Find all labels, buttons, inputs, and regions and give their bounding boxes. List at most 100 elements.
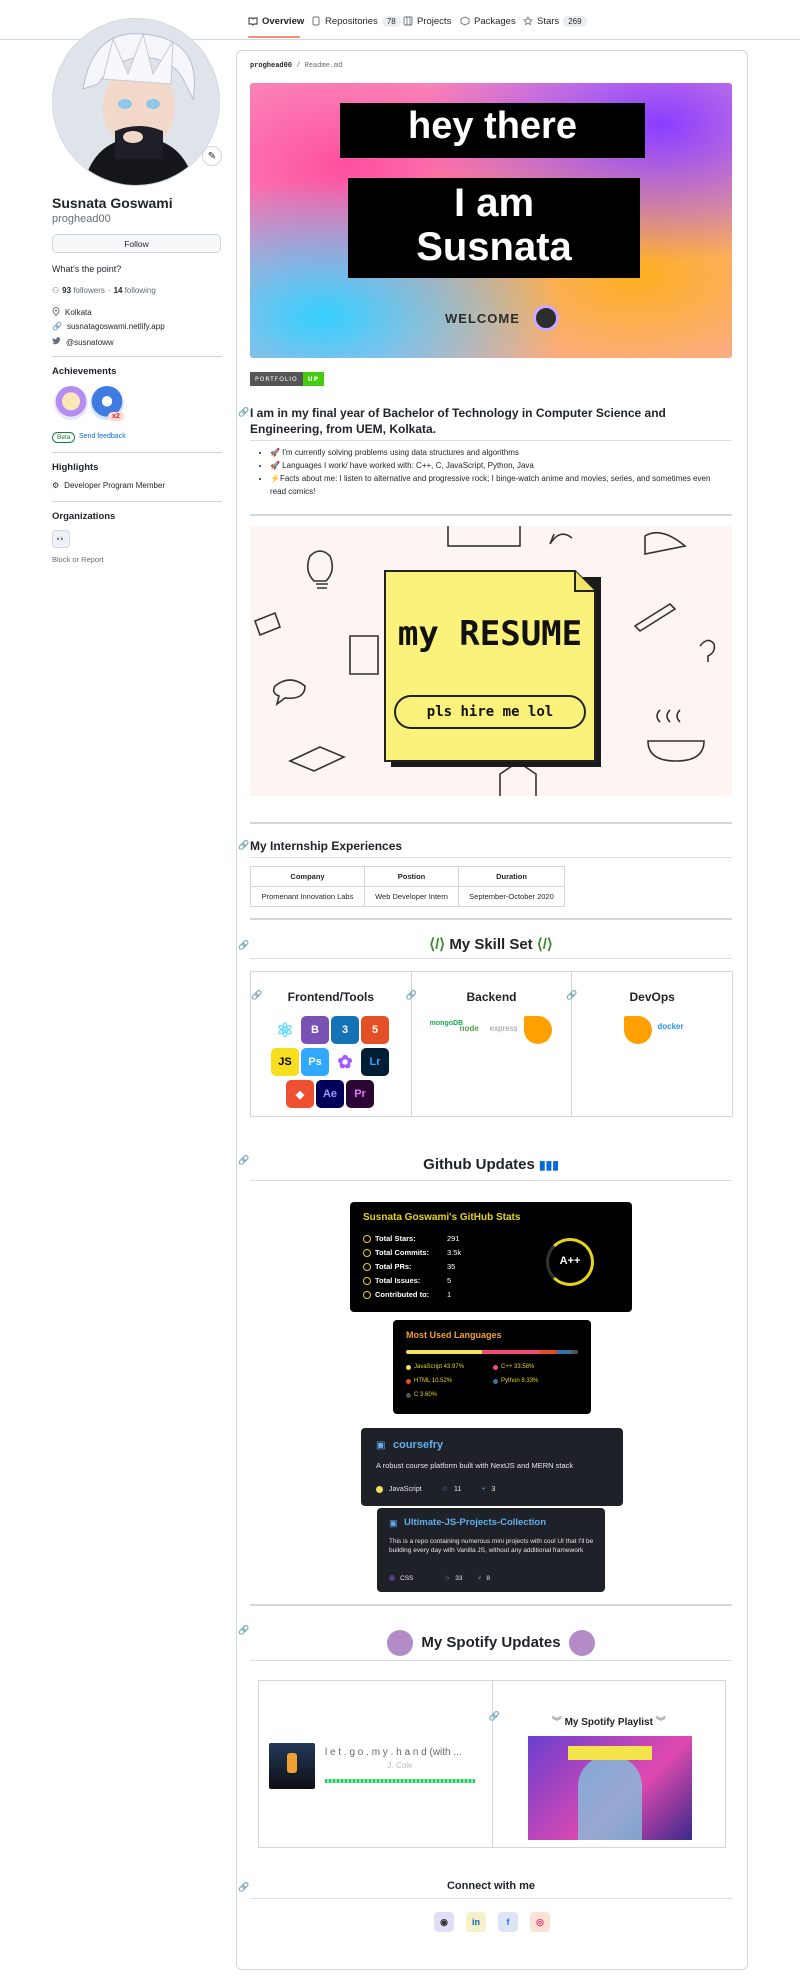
stat-row: Total Commits: 3.5k <box>363 1248 461 1257</box>
achievements-heading: Achievements <box>52 366 117 377</box>
linkedin-icon[interactable]: in <box>466 1912 486 1932</box>
language-bar-segment <box>571 1350 578 1354</box>
anchor-link-icon[interactable]: 🔗 <box>238 407 249 418</box>
repo-icon <box>311 16 321 26</box>
intro-heading: I am in my final year of Bachelor of Tec… <box>250 406 666 436</box>
tab-repositories[interactable]: Repositories 78 <box>311 11 401 31</box>
playlist-cover <box>527 1736 692 1840</box>
resume-title: my RESUME <box>397 614 583 654</box>
divider <box>250 440 732 441</box>
language-bar <box>406 1350 578 1354</box>
active-tab-underline <box>248 36 300 38</box>
avatar[interactable] <box>52 18 220 186</box>
banner-line-2: I am <box>453 181 535 225</box>
link-icon: 🔗 <box>52 322 62 331</box>
skill-column-devops: DevOps 🔗 docker <box>566 972 732 1116</box>
anchor-link-icon[interactable]: 🔗 <box>406 990 417 1001</box>
mongodb-icon: mongoDB <box>429 1020 464 1027</box>
language-dot <box>493 1364 498 1370</box>
tab-stars[interactable]: Stars 269 <box>523 11 587 31</box>
organization-avatar[interactable]: 👀 <box>52 530 70 548</box>
set-status-icon[interactable]: ✎ <box>202 146 222 166</box>
fork-icon: ⑂ <box>481 1485 486 1493</box>
javascript-icon: JS <box>271 1048 299 1076</box>
internship-table: Company Postion Duration Promenant Innov… <box>250 866 565 907</box>
profile-bio: What's the point? <box>52 264 122 274</box>
block-or-report-link[interactable]: Block or Report <box>52 555 104 564</box>
repo-card-ultimate-js[interactable]: ▣ Ultimate-JS-Projects-Collection This i… <box>377 1508 605 1592</box>
achievement-multiplier: x2 <box>108 412 124 421</box>
star-icon: ☆ <box>444 1575 451 1582</box>
fork-icon: ⑂ <box>477 1574 482 1582</box>
anchor-link-icon[interactable]: 🔗 <box>251 990 262 1001</box>
language-item: C 3.60% <box>406 1392 437 1398</box>
stat-row: Total PRs: 35 <box>363 1262 455 1271</box>
playlist-cell[interactable]: 🔗 ︾ My Spotify Playlist ︾ <box>489 1681 726 1847</box>
anchor-link-icon[interactable]: 🔗 <box>238 1155 249 1166</box>
skill-column-frontend: Frontend/Tools 🔗 ⚛ B 3 5 JS Ps ✿ Lr ◆ Ae… <box>251 972 412 1116</box>
project-icon <box>403 16 413 26</box>
facebook-icon[interactable]: f <box>498 1912 518 1932</box>
divider <box>250 958 732 959</box>
audio-waveform <box>325 1779 475 1783</box>
skill-table: Frontend/Tools 🔗 ⚛ B 3 5 JS Ps ✿ Lr ◆ Ae… <box>250 971 733 1117</box>
website[interactable]: 🔗 susnatagoswami.netlify.app <box>52 322 165 331</box>
code-icon: ⟨/⟩ <box>536 936 553 953</box>
location: Kolkata <box>52 307 92 318</box>
star-icon <box>363 1234 371 1243</box>
pull-request-icon <box>363 1262 371 1271</box>
skill-column-backend: Backend 🔗 mongoDB node express <box>406 972 573 1116</box>
twitter[interactable]: @susnatoww <box>52 337 114 347</box>
album-cover <box>269 1743 315 1789</box>
language-dot <box>406 1364 411 1370</box>
followers-link[interactable]: 93 followers <box>62 286 105 295</box>
playlist-title: ︾ My Spotify Playlist ︾ <box>551 1717 666 1728</box>
portfolio-badge[interactable]: PORTFOLIO UP <box>250 372 325 386</box>
language-bar-segment <box>406 1350 482 1354</box>
anchor-link-icon[interactable]: 🔗 <box>238 840 249 851</box>
github-stats-card[interactable]: Susnata Goswami's GitHub Stats Total Sta… <box>350 1202 632 1312</box>
achievement-badge-yolo[interactable] <box>54 386 88 420</box>
divider <box>250 514 732 516</box>
language-item: Python 8.33% <box>493 1378 538 1384</box>
tab-packages[interactable]: Packages <box>460 11 516 31</box>
banner-line-3: Susnata <box>416 225 572 269</box>
clock-icon <box>363 1248 371 1257</box>
top-languages-card[interactable]: Most Used Languages JavaScript 43.97% C+… <box>393 1320 591 1414</box>
profile-login: proghead00 <box>52 213 111 225</box>
developer-icon: ⚙ <box>52 481 60 490</box>
table-row: Promenant Innovation Labs Web Developer … <box>250 886 565 907</box>
language-dot <box>389 1575 395 1581</box>
github-updates-heading: Github Updates ▮▮▮ <box>423 1156 559 1173</box>
internship-heading: My Internship Experiences <box>250 839 403 853</box>
now-playing-cell[interactable]: l e t . g o . m y . h a n d (with ... J.… <box>259 1681 493 1847</box>
git-icon: ◆ <box>286 1080 314 1108</box>
now-playing-title: l e t . g o . m y . h a n d (with ... <box>325 1747 462 1758</box>
repo-card-coursefry[interactable]: ▣ coursefry A robust course platform bui… <box>361 1428 623 1506</box>
tab-overview[interactable]: Overview <box>248 11 304 31</box>
table-header-row: Company Postion Duration <box>250 866 565 887</box>
github-octocat-icon <box>533 305 559 331</box>
instagram-icon[interactable]: ◎ <box>530 1912 550 1932</box>
css3-icon: 3 <box>331 1016 359 1044</box>
github-icon[interactable]: ◉ <box>434 1912 454 1932</box>
people-icon: ⚇ <box>52 286 60 295</box>
anchor-link-icon[interactable]: 🔗 <box>238 940 249 951</box>
issue-icon <box>363 1276 371 1285</box>
anchor-link-icon[interactable]: 🔗 <box>238 1882 249 1893</box>
language-dot <box>406 1392 411 1398</box>
anchor-link-icon[interactable]: 🔗 <box>566 990 577 1001</box>
anchor-link-icon[interactable]: 🔗 <box>238 1625 249 1636</box>
resume-subtitle: pls hire me lol <box>426 704 554 720</box>
following-link[interactable]: 14 following <box>114 286 156 295</box>
firebase-icon <box>523 1016 552 1044</box>
hey-there-banner: hey there I am Susnata WELCOME <box>250 83 732 358</box>
readme-path: proghead00 / Readme.md <box>250 62 343 70</box>
follow-button[interactable]: Follow <box>52 234 221 253</box>
tab-projects[interactable]: Projects <box>403 11 451 31</box>
spotify-table: l e t . g o . m y . h a n d (with ... J.… <box>258 1680 726 1848</box>
send-feedback-link[interactable]: Send feedback <box>79 433 126 440</box>
star-icon: ☆ <box>441 1486 448 1493</box>
resume-image[interactable]: my RESUME pls hire me lol <box>250 526 732 796</box>
docker-icon: docker <box>657 1022 684 1031</box>
